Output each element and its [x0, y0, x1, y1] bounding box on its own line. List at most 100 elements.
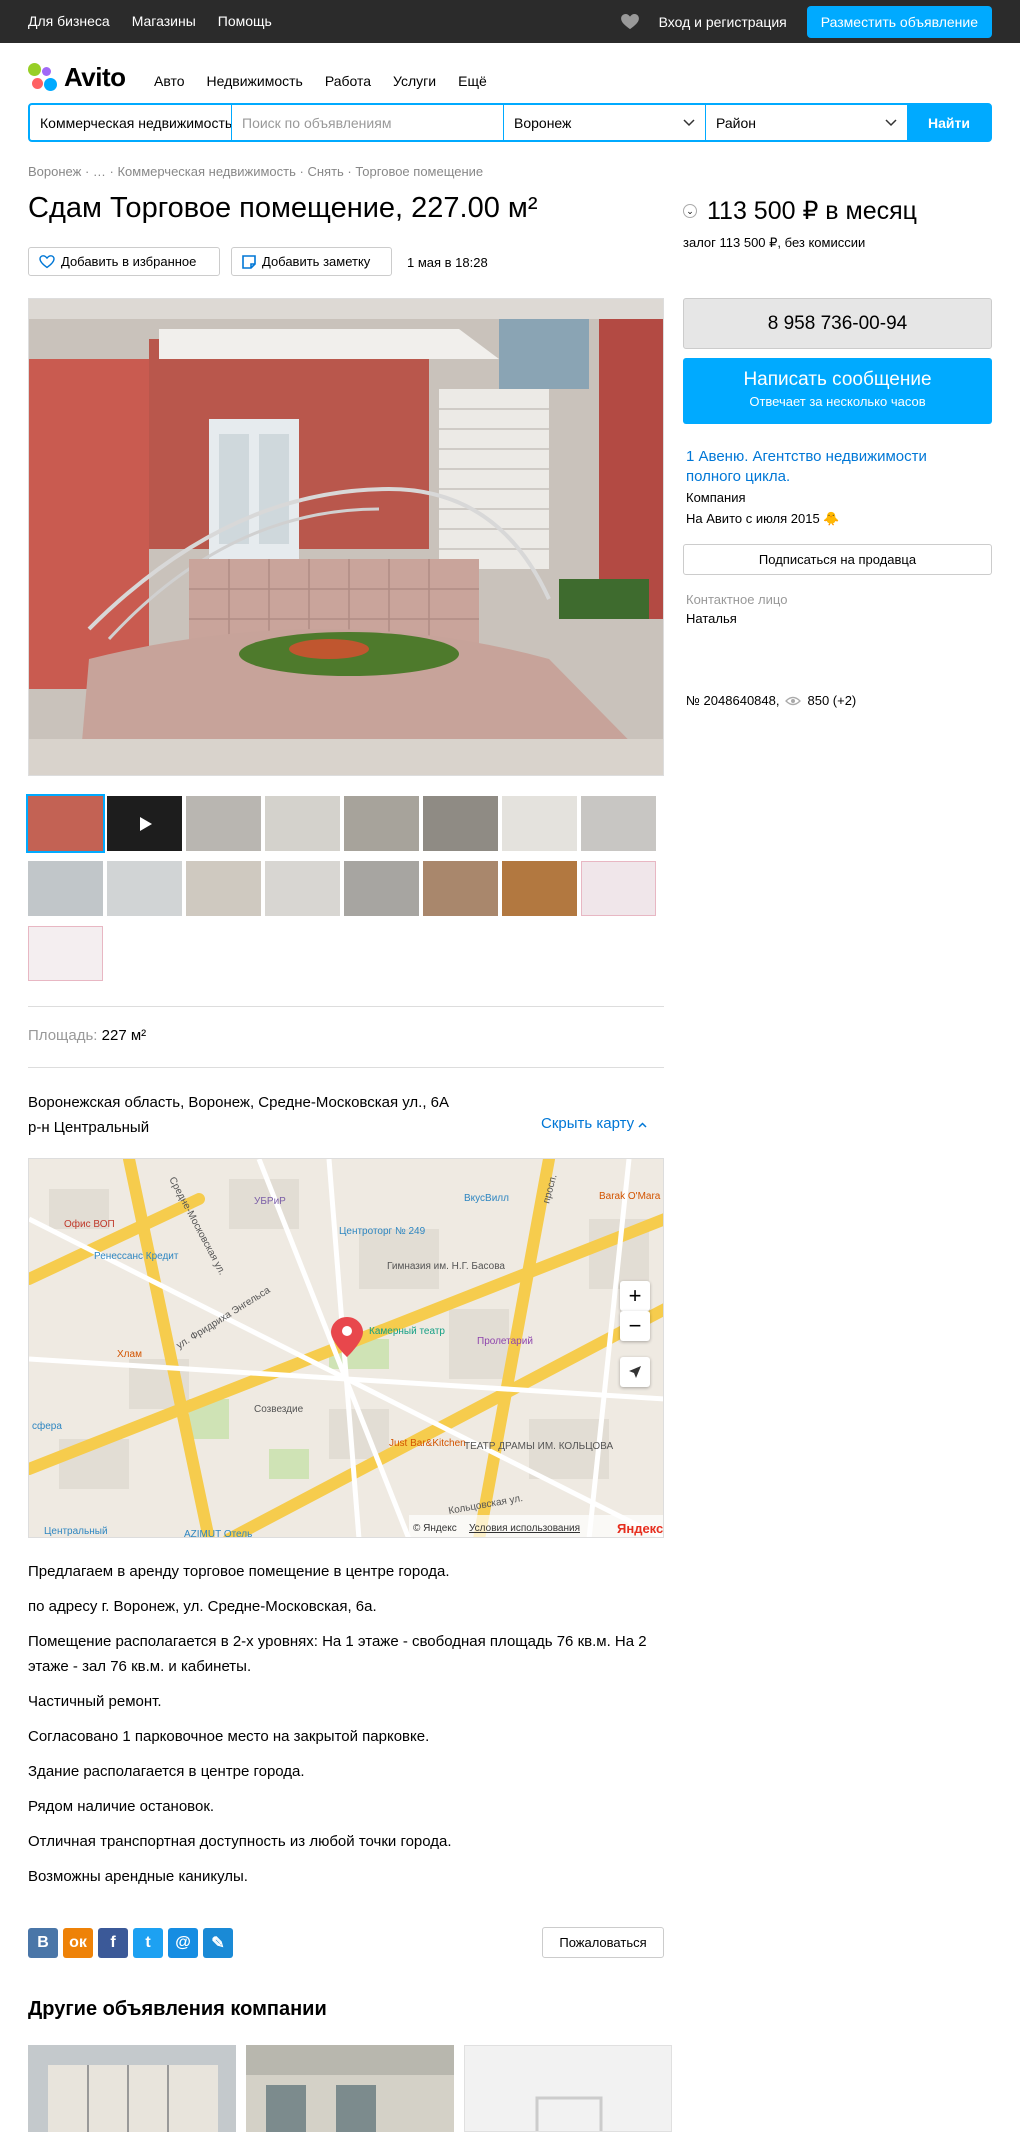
map-poi-label: Камерный театр — [369, 1326, 445, 1337]
add-note-button[interactable]: Добавить заметку — [231, 247, 392, 276]
vk-share-icon[interactable]: В — [28, 1928, 58, 1958]
placeholder-image-icon — [535, 2096, 603, 2131]
write-message-label: Написать сообщение — [743, 369, 932, 390]
map-poi-label: Офис ВОП — [64, 1218, 115, 1230]
subscribe-seller-button[interactable]: Подписаться на продавца — [683, 544, 992, 575]
map-poi-label: AZIMUT Отель — [184, 1529, 252, 1538]
thumbnail[interactable] — [26, 794, 105, 853]
avito-logo[interactable]: Avito — [28, 62, 126, 93]
facebook-share-icon[interactable]: f — [98, 1928, 128, 1958]
note-icon — [242, 254, 256, 269]
seller-name-link[interactable]: 1 Авеню. Агентство недвижимости полного … — [686, 447, 986, 487]
thumbnail[interactable] — [502, 861, 577, 916]
chevron-down-icon — [885, 118, 897, 126]
ad-number: № 2048640848, — [686, 693, 780, 708]
description-paragraph: Возможны арендные каникулы. — [28, 1868, 248, 1885]
map-poi-label: Хлам — [117, 1349, 142, 1360]
link-business[interactable]: Для бизнеса — [28, 13, 110, 29]
hide-map-link[interactable]: Скрыть карту — [541, 1115, 647, 1132]
add-to-favorites-label: Добавить в избранное — [61, 254, 197, 269]
district-select[interactable]: Район — [706, 105, 908, 140]
zoom-out-button[interactable]: − — [620, 1311, 650, 1341]
thumbnail[interactable] — [502, 796, 577, 851]
favorites-heart-icon[interactable] — [620, 14, 639, 30]
other-ad-photo — [246, 2045, 454, 2132]
address: Воронежская область, Воронеж, Средне-Мос… — [28, 1094, 450, 1111]
map-poi-label: Гимназия им. Н.Г. Басова — [387, 1261, 505, 1272]
thumbnail[interactable] — [344, 861, 419, 916]
mailru-share-icon[interactable]: @ — [168, 1928, 198, 1958]
thumbnail[interactable] — [186, 796, 261, 851]
thumbnail[interactable] — [423, 861, 498, 916]
description-paragraph: Отличная транспортная доступность из люб… — [28, 1833, 452, 1850]
seller-type: Компания — [686, 490, 746, 505]
complain-button[interactable]: Пожаловаться — [542, 1927, 664, 1958]
breadcrumb-item[interactable]: Коммерческая недвижимость — [117, 164, 295, 179]
description-paragraph: Помещение располагается в 2-х уровнях: Н… — [28, 1633, 647, 1675]
thumbnail[interactable] — [581, 796, 656, 851]
link-shops[interactable]: Магазины — [132, 13, 196, 29]
description-paragraph: Рядом наличие остановок. — [28, 1798, 215, 1815]
thumbnail[interactable] — [265, 796, 340, 851]
search-button[interactable]: Найти — [908, 105, 990, 140]
area-value: 227 м² — [101, 1027, 147, 1044]
zoom-in-button[interactable]: + — [620, 1281, 650, 1311]
livejournal-share-icon[interactable]: ✎ — [203, 1928, 233, 1958]
response-time: Отвечает за несколько часов — [749, 394, 926, 409]
map[interactable]: Офис ВОП УБРиР Ренессанс Кредит Хлам Цен… — [28, 1158, 664, 1538]
other-ad-card[interactable] — [464, 2045, 672, 2132]
chevron-up-icon — [638, 1122, 647, 1128]
twitter-share-icon[interactable]: t — [133, 1928, 163, 1958]
divider — [28, 1067, 664, 1068]
breadcrumb-item[interactable]: Снять — [307, 164, 343, 179]
city-select[interactable]: Воронеж — [504, 105, 706, 140]
breadcrumb-item[interactable]: … — [93, 164, 106, 179]
nav-jobs[interactable]: Работа — [325, 73, 371, 89]
district-select-value: Район — [716, 114, 756, 131]
nav-services[interactable]: Услуги — [393, 73, 436, 89]
currency-toggle-icon[interactable]: ⌄ — [683, 204, 697, 218]
floorplan-thumbnail[interactable] — [581, 861, 656, 916]
link-help[interactable]: Помощь — [218, 13, 272, 29]
nav-more[interactable]: Ещё — [458, 73, 487, 89]
thumbnail[interactable] — [423, 796, 498, 851]
share-buttons: В ок f t @ ✎ — [28, 1928, 233, 1958]
thumbnail[interactable] — [344, 796, 419, 851]
floorplan-thumbnail[interactable] — [28, 926, 103, 981]
show-phone-button[interactable]: 8 958 736-00-94 — [683, 298, 992, 349]
main-photo[interactable] — [28, 298, 664, 776]
thumbnail[interactable] — [107, 861, 182, 916]
other-ad-card[interactable] — [28, 2045, 236, 2132]
logo-dots-icon — [28, 62, 58, 93]
locate-button[interactable] — [620, 1357, 650, 1387]
ok-share-icon[interactable]: ок — [63, 1928, 93, 1958]
other-ad-card[interactable] — [246, 2045, 454, 2132]
other-ad-photo — [28, 2045, 236, 2132]
thumbnail[interactable] — [265, 861, 340, 916]
breadcrumb-item[interactable]: Торговое помещение — [355, 164, 483, 179]
thumbnail[interactable] — [186, 861, 261, 916]
district: р-н Центральный — [28, 1119, 150, 1136]
nav-realty[interactable]: Недвижимость — [207, 73, 303, 89]
search-input[interactable]: Поиск по объявлениям — [232, 105, 504, 140]
video-thumbnail[interactable] — [107, 796, 182, 851]
write-message-button[interactable]: Написать сообщение Отвечает за несколько… — [683, 358, 992, 424]
nav-auto[interactable]: Авто — [154, 73, 185, 89]
map-copyright: © Яндекс — [413, 1523, 457, 1534]
add-note-label: Добавить заметку — [262, 254, 371, 269]
post-ad-button[interactable]: Разместить объявление — [806, 6, 992, 38]
view-count: 850 (+2) — [807, 693, 857, 708]
add-to-favorites-button[interactable]: Добавить в избранное — [28, 247, 220, 276]
contact-label: Контактное лицо — [686, 592, 788, 607]
thumbnail[interactable] — [28, 861, 103, 916]
category-select[interactable]: Коммерческая недвижимость — [30, 105, 232, 140]
contact-name: Наталья — [686, 611, 737, 626]
description-paragraph: по адресу г. Воронеж, ул. Средне-Московс… — [28, 1598, 377, 1615]
login-link[interactable]: Вход и регистрация — [659, 14, 787, 30]
breadcrumb-item[interactable]: Воронеж — [28, 164, 81, 179]
breadcrumb: Воронеж · … · Коммерческая недвижимость … — [28, 164, 484, 179]
map-terms-link[interactable]: Условия использования — [469, 1523, 580, 1534]
chevron-down-icon — [683, 118, 695, 126]
map-poi-label: ВкусВилл — [464, 1193, 509, 1204]
area-param: Площадь: 227 м² — [28, 1027, 146, 1044]
